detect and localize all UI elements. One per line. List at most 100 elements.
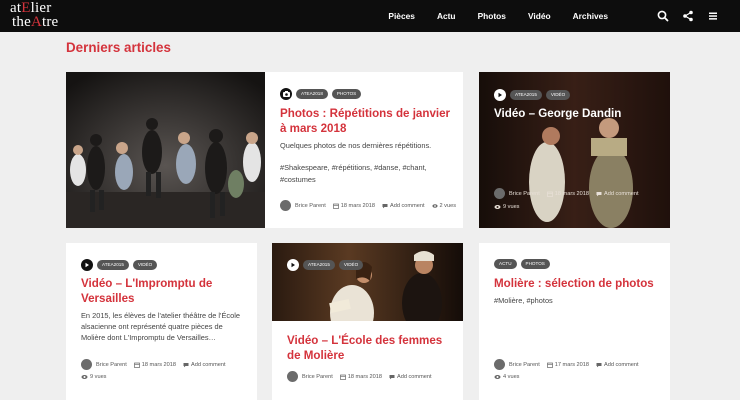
ecole-des-femmes-photo[interactable] (272, 243, 463, 321)
views-count: 9 vues (90, 374, 107, 380)
add-comment-link[interactable]: Add comment (604, 362, 639, 368)
comment-icon (382, 203, 388, 208)
card-title[interactable]: Vidéo – L'École des femmes de Molière (287, 333, 457, 363)
add-comment-link[interactable]: Add comment (390, 203, 425, 209)
comment-meta[interactable]: Add comment (389, 374, 432, 380)
post-date: 18 mars 2018 (340, 202, 375, 209)
rehearsal-photo[interactable] (66, 72, 265, 228)
badge-atea2015[interactable]: ATEA2015 (303, 260, 335, 270)
comment-meta[interactable]: Add comment (596, 362, 639, 368)
views-count: 9 vues (503, 204, 520, 210)
eye-icon (431, 203, 438, 208)
play-icon (287, 259, 299, 271)
badge-atea2015[interactable]: ATEA2015 (97, 260, 129, 270)
comment-icon (596, 191, 602, 196)
eye-icon (494, 375, 501, 379)
date-meta: 18 mars 2018 (332, 202, 375, 209)
badge-actu[interactable]: ACTU (494, 259, 517, 269)
views-count: 2 vues (439, 202, 456, 209)
date-meta: 18 mars 2018 (546, 190, 589, 197)
nav-item-archives[interactable]: Archives (573, 11, 608, 21)
avatar (81, 359, 92, 370)
badge-atea2015[interactable]: ATEA2015 (510, 90, 542, 100)
author-name[interactable]: Brice Parent (509, 191, 540, 197)
play-icon (494, 89, 506, 101)
card-badges: ACTU PHOTOS (494, 259, 554, 269)
nav-item-actu[interactable]: Actu (437, 11, 456, 21)
card-title[interactable]: Photos : Répétitions de janvier à mars 2… (280, 106, 452, 136)
article-card-george-dandin[interactable]: ATEA2015 VIDÉO Vidéo – George Dandin Bri… (479, 72, 670, 228)
card-meta: Brice Parent 17 mars 2018 Add comment (494, 359, 646, 370)
author-name[interactable]: Brice Parent (509, 362, 540, 368)
card-meta: Brice Parent 18 mars 2018 Add comment (287, 371, 439, 382)
avatar (494, 359, 505, 370)
top-navbar: atElier theAtre Pièces Actu Photos Vidéo… (0, 0, 740, 32)
card-title[interactable]: Vidéo – George Dandin (494, 106, 664, 121)
calendar-icon (546, 362, 553, 368)
comment-meta[interactable]: Add comment (183, 362, 226, 368)
eye-icon (81, 375, 88, 379)
comment-meta[interactable]: Add comment (382, 203, 425, 209)
comment-icon (183, 362, 189, 367)
badge-photos[interactable]: PHOTOS (520, 259, 550, 269)
author-name[interactable]: Brice Parent (295, 203, 326, 209)
card-title[interactable]: Vidéo – L'Impromptu de Versailles (81, 276, 249, 306)
main-menu: Pièces Actu Photos Vidéo Archives (366, 0, 608, 32)
calendar-icon (339, 374, 346, 380)
views-meta: 2 vues (431, 202, 456, 209)
calendar-icon (332, 203, 339, 209)
add-comment-link[interactable]: Add comment (604, 191, 639, 197)
author-name[interactable]: Brice Parent (302, 374, 333, 380)
eye-icon (494, 205, 501, 209)
article-card-impromptu[interactable]: ATEA2015 VIDÉO Vidéo – L'Impromptu de Ve… (66, 243, 257, 400)
card-meta: Brice Parent 18 mars 2018 Add comment (494, 188, 646, 199)
badge-photos[interactable]: PHOTOS (331, 89, 362, 99)
card-tags: #Molière, #photos (494, 296, 553, 305)
camera-icon (280, 88, 292, 100)
article-card-moliere-photos[interactable]: ACTU PHOTOS Molière : sélection de photo… (479, 243, 670, 400)
add-comment-link[interactable]: Add comment (191, 362, 226, 368)
card-excerpt: Quelques photos de nos dernières répétit… (280, 141, 432, 150)
card-meta: Brice Parent 18 mars 2018 Add comment 2 … (280, 200, 463, 211)
views-meta: 4 vues (494, 374, 519, 380)
badge-atea2018[interactable]: ATEA2018 (296, 89, 328, 99)
avatar (494, 188, 505, 199)
card-meta: Brice Parent 18 mars 2018 Add comment (81, 359, 233, 370)
badge-video[interactable]: VIDÉO (338, 260, 364, 270)
badge-video[interactable]: VIDÉO (132, 260, 158, 270)
author-name[interactable]: Brice Parent (96, 362, 127, 368)
card-excerpt: En 2015, les élèves de l'atelier théâtre… (81, 311, 240, 342)
site-logo[interactable]: atElier theAtre (10, 1, 90, 31)
add-comment-link[interactable]: Add comment (397, 374, 432, 380)
article-card-photos-repetitions[interactable]: ATEA2018 PHOTOS Photos : Répétitions de … (66, 72, 463, 228)
views-count: 4 vues (503, 374, 520, 380)
nav-item-photos[interactable]: Photos (478, 11, 506, 21)
date-meta: 18 mars 2018 (339, 373, 382, 380)
post-date: 18 mars 2018 (347, 373, 382, 380)
comment-meta[interactable]: Add comment (596, 191, 639, 197)
card-badges: ATEA2015 VIDÉO (287, 259, 367, 271)
post-date: 17 mars 2018 (554, 361, 589, 368)
card-title[interactable]: Molière : sélection de photos (494, 276, 664, 291)
post-date: 18 mars 2018 (554, 190, 589, 197)
share-icon[interactable] (681, 9, 695, 23)
section-title: Derniers articles (66, 40, 171, 55)
date-meta: 18 mars 2018 (133, 361, 176, 368)
calendar-icon (133, 362, 140, 368)
hamburger-icon[interactable] (706, 9, 720, 23)
card-badges: ATEA2015 VIDÉO (494, 89, 574, 101)
avatar (280, 200, 291, 211)
date-meta: 17 mars 2018 (546, 361, 589, 368)
nav-item-pieces[interactable]: Pièces (388, 11, 415, 21)
badge-video[interactable]: VIDÉO (545, 90, 571, 100)
calendar-icon (546, 191, 553, 197)
card-badges: ATEA2015 VIDÉO (81, 259, 161, 271)
comment-icon (596, 362, 602, 367)
nav-item-video[interactable]: Vidéo (528, 11, 551, 21)
views-meta: 9 vues (81, 374, 106, 380)
search-icon[interactable] (656, 9, 670, 23)
card-tags: #Shakespeare, #répétitions, #danse, #cha… (280, 163, 427, 184)
post-date: 18 mars 2018 (141, 361, 176, 368)
card-badges: ATEA2018 PHOTOS (280, 88, 365, 100)
article-card-ecole-des-femmes[interactable]: ATEA2015 VIDÉO Vidéo – L'École des femme… (272, 243, 463, 400)
